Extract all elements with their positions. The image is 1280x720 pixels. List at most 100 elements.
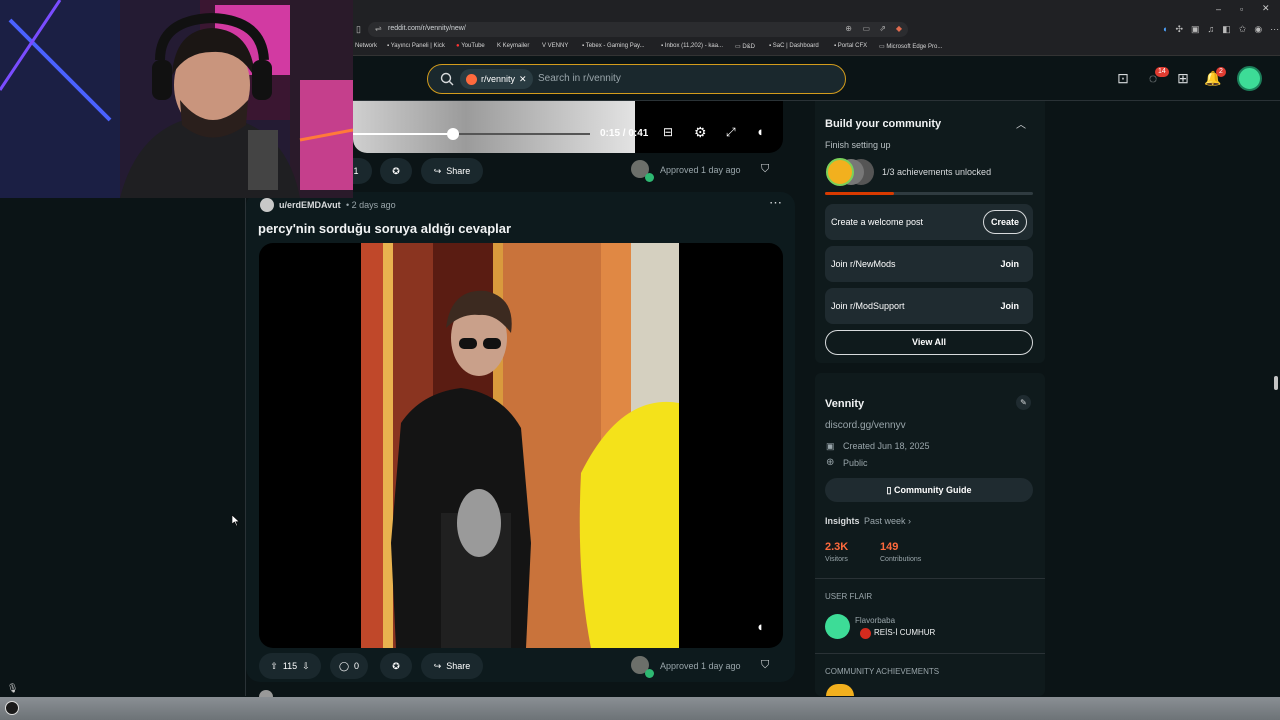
tab-icon[interactable]: ▯ [356,24,361,35]
video-frame [353,101,635,153]
site-info-icon[interactable]: ⇌ [375,24,382,33]
post-video[interactable]: ◖ [259,243,783,648]
video-progress-handle[interactable] [446,128,459,140]
address-bar[interactable]: ⇌ reddit.com/r/vennity/new/ ⊕ ▭ ⇗ ◆ [368,22,908,37]
volume-icon[interactable]: ◖ [756,124,764,139]
extension-toolbar: ◖ ✣ ▣ ♫ ◧ ✩ ◉ ⋯ [1162,24,1279,35]
comments-button[interactable]: ◯ 0 [330,653,368,679]
top-post-video[interactable]: 0:15 / 0:41 ⊟ ⚙ ⤢ ◖ [353,101,783,153]
collections-icon[interactable]: ▣ [1191,24,1200,35]
captions-icon[interactable]: ⊟ [663,125,673,139]
restore-icon[interactable]: ▫ [1240,4,1243,14]
close-icon[interactable]: ✕ [1262,3,1270,14]
insights-range-label: Past week [864,516,906,526]
globe-icon: ⊕ [826,457,835,468]
microphone-icon[interactable]: 🎙 [7,683,18,694]
bookmark-tebex[interactable]: ▪ Tebex - Gaming Pay... [582,43,645,49]
music-icon[interactable]: ♫ [1208,24,1215,35]
bookmark-edge[interactable]: ▭ Microsoft Edge Pro... [879,43,942,50]
puzzle-icon[interactable]: ✣ [1175,24,1183,35]
award-button[interactable]: ✪ [380,653,412,679]
vpn-icon[interactable]: ◉ [1254,24,1262,35]
contributions-value: 149 [880,541,899,553]
share-button[interactable]: ↪ Share [421,158,483,184]
shield-extension-icon[interactable]: ◆ [896,24,902,33]
search-input[interactable]: Search in r/vennity [538,73,621,84]
page-scrollbar-thumb[interactable] [1274,376,1278,390]
notification-badge: 2 [1216,67,1226,77]
visitors-label: Visitors [825,556,848,563]
community-achievements-heading: COMMUNITY ACHIEVEMENTS [825,667,940,676]
contributions-label: Contributions [880,556,922,563]
reader-icon[interactable]: ▭ [862,24,870,33]
volume-icon[interactable]: ◖ [756,619,764,634]
overflow-menu-icon[interactable]: ⋯ [769,195,782,211]
cake-icon: ▣ [826,441,835,451]
close-chip-icon[interactable]: ✕ [519,74,527,85]
share-button[interactable]: ↪ Share [421,653,483,679]
bookmark-venny[interactable]: V VENNY [542,43,568,49]
comment-count: 0 [354,661,360,671]
achievement-badge-unlocked [826,158,854,186]
award-icon: ✪ [392,165,400,176]
bookmark-keymailer[interactable]: K Keymailer [497,43,529,49]
view-all-button[interactable]: View All [825,330,1033,355]
flair-avatar [825,614,850,639]
subreddit-chip-label: r/vennity [481,74,516,84]
fullscreen-icon[interactable]: ⤢ [726,125,736,140]
bookmark-kick[interactable]: ▪ Yayıncı Paneli | Kick [387,43,445,49]
avatar[interactable] [1237,66,1262,91]
extension-icon[interactable]: ◖ [1162,24,1167,35]
bookmark-sac[interactable]: ▪ SaC | Dashboard [769,43,819,49]
url-text: reddit.com/r/vennity/new/ [388,25,466,32]
bookmark-label: Portal CFX [837,43,868,49]
join-newmods-row[interactable]: Join r/NewMods Join [825,246,1033,282]
bookmark-network[interactable]: Network [355,43,377,49]
subreddit-chip[interactable]: r/vennity ✕ [460,69,533,89]
post-title[interactable]: percy'nin sorduğu soruya aldığı cevaplar [258,221,511,236]
insights-range-dropdown[interactable]: Past week › [864,516,911,526]
mod-shield-icon[interactable]: ⛉ [761,163,769,176]
chat-badge: 14 [1155,67,1169,77]
community-link[interactable]: discord.gg/vennyv [825,420,906,431]
bookmark-inbox[interactable]: ▪ Inbox (11,202) - kaa... [661,43,723,49]
award-button[interactable]: ✪ [380,158,412,184]
share-page-icon[interactable]: ⇗ [879,24,886,33]
author-avatar[interactable] [260,198,274,212]
bookmark-portal[interactable]: ▪ Portal CFX [834,43,867,49]
bookmark-label: Keymailer [502,43,530,49]
minimize-icon[interactable]: – [1216,4,1221,14]
create-post-icon[interactable]: ⊞ [1173,68,1193,88]
vote-count: 115 [282,661,298,671]
post-age: • 2 days ago [346,200,396,210]
bookmark-dnd[interactable]: ▭ D&D [735,43,755,50]
bookmark-youtube[interactable]: ● YouTube [456,43,485,49]
desktop-taskbar [0,697,1280,720]
advertise-icon[interactable]: ⊡ [1113,68,1133,88]
flair-username: Flavorbaba [855,616,896,625]
create-button[interactable]: Create [982,210,1027,234]
join-modsupport-button[interactable]: Join [1000,301,1019,311]
start-icon[interactable] [5,701,19,715]
vote-pill[interactable]: ⇧ 115 ⇩ [259,653,321,679]
sidebar-icon[interactable]: ◧ [1222,24,1231,35]
downvote-icon[interactable]: ⇩ [302,661,310,672]
zoom-icon[interactable]: ⊕ [845,24,852,33]
join-newmods-button[interactable]: Join [1000,259,1019,269]
bookmark-label: Microsoft Edge Pro... [886,44,943,50]
menu-icon[interactable]: ⋯ [1270,24,1279,35]
upvote-icon[interactable]: ⇧ [270,661,278,672]
bookmark-label: Inbox (11,202) - kaa... [664,43,724,49]
share-label: Share [446,661,471,671]
community-guide-button[interactable]: ▯ Community Guide [825,478,1033,502]
chevron-up-icon[interactable]: ︿ [1016,116,1026,131]
mouse-cursor-icon [232,515,240,526]
settings-gear-icon[interactable]: ⚙ [694,124,707,141]
edit-pencil-icon[interactable]: ✎ [1016,395,1031,410]
build-title: Build your community [825,118,942,130]
favorites-icon[interactable]: ✩ [1239,24,1247,35]
post-author[interactable]: u/erdEMDAvut [279,200,341,210]
mod-shield-icon[interactable]: ⛉ [761,659,769,672]
join-modsupport-row[interactable]: Join r/ModSupport Join [825,288,1033,324]
award-icon: ✪ [392,660,400,671]
